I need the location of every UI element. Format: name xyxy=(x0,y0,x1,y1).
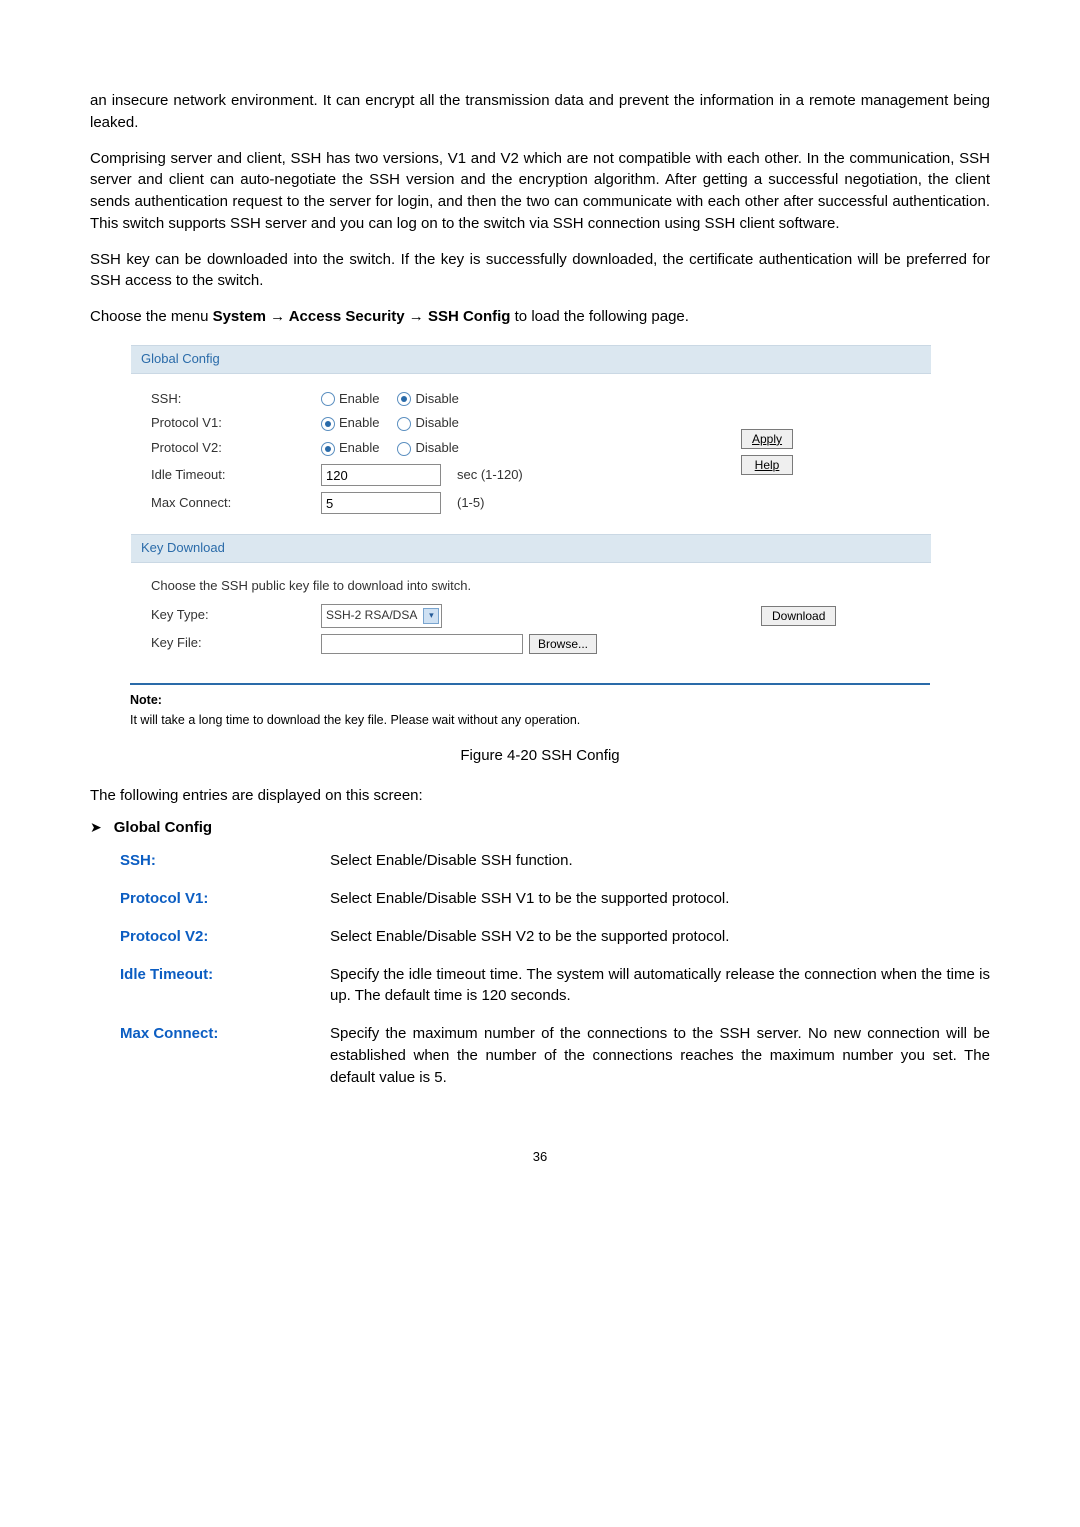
bullet-heading: ➤ Global Config xyxy=(90,817,990,839)
key-download-panel: Key Download Choose the SSH public key f… xyxy=(130,533,932,673)
label-max: Max Connect: xyxy=(151,494,321,513)
menu-path-line: Choose the menu System → Access Security… xyxy=(90,306,990,328)
note-text: It will take a long time to download the… xyxy=(130,711,930,729)
radio-label: Enable xyxy=(339,439,379,458)
global-config-panel: Global Config SSH: Enable Disable xyxy=(130,344,932,533)
row-key-file: Key File: Browse... xyxy=(151,634,911,654)
row-max-connect: Max Connect: (1-5) xyxy=(151,492,701,514)
radio-icon xyxy=(321,417,335,431)
radio-v2-enable[interactable]: Enable xyxy=(321,439,379,458)
radio-icon xyxy=(321,392,335,406)
radio-v1-enable[interactable]: Enable xyxy=(321,414,379,433)
definition-row: SSH: Select Enable/Disable SSH function. xyxy=(90,850,990,872)
figure-caption: Figure 4-20 SSH Config xyxy=(90,745,990,767)
row-protocol-v1: Protocol V1: Enable Disable xyxy=(151,414,701,433)
row-key-type: Key Type: SSH-2 RSA/DSA ▾ Download xyxy=(151,604,911,628)
entries-intro: The following entries are displayed on t… xyxy=(90,785,990,807)
radio-label: Disable xyxy=(415,390,458,409)
paragraph: an insecure network environment. It can … xyxy=(90,90,990,134)
definition-term: Protocol V2: xyxy=(90,926,330,948)
apply-button[interactable]: Apply xyxy=(741,429,793,449)
panel-title-keydownload: Key Download xyxy=(131,534,931,563)
radio-label: Disable xyxy=(415,439,458,458)
bullet-icon: ➤ xyxy=(90,817,102,837)
definition-desc: Specify the idle timeout time. The syste… xyxy=(330,964,990,1008)
idle-suffix: sec (1-120) xyxy=(457,466,523,485)
paragraph: SSH key can be downloaded into the switc… xyxy=(90,249,990,293)
row-idle-timeout: Idle Timeout: sec (1-120) xyxy=(151,464,701,486)
note-block: Note: It will take a long time to downlo… xyxy=(130,691,930,729)
bullet-heading-text: Global Config xyxy=(114,817,212,839)
keytype-value: SSH-2 RSA/DSA xyxy=(326,607,417,624)
row-ssh: SSH: Enable Disable xyxy=(151,390,701,409)
definition-desc: Select Enable/Disable SSH V1 to be the s… xyxy=(330,888,990,910)
keytype-select[interactable]: SSH-2 RSA/DSA ▾ xyxy=(321,604,442,628)
radio-label: Disable xyxy=(415,414,458,433)
label-v1: Protocol V1: xyxy=(151,414,321,433)
menu-path-text: System → Access Security → SSH Config xyxy=(213,308,511,325)
radio-label: Enable xyxy=(339,414,379,433)
definition-row: Protocol V2: Select Enable/Disable SSH V… xyxy=(90,926,990,948)
note-title: Note: xyxy=(130,691,930,709)
page-number: 36 xyxy=(90,1148,990,1167)
max-connect-input[interactable] xyxy=(321,492,441,514)
definition-row: Idle Timeout: Specify the idle timeout t… xyxy=(90,964,990,1008)
chevron-down-icon: ▾ xyxy=(423,608,439,624)
definition-desc: Select Enable/Disable SSH V2 to be the s… xyxy=(330,926,990,948)
definition-desc: Specify the maximum number of the connec… xyxy=(330,1023,990,1088)
paragraph: Comprising server and client, SSH has tw… xyxy=(90,148,990,235)
definition-term: Protocol V1: xyxy=(90,888,330,910)
idle-timeout-input[interactable] xyxy=(321,464,441,486)
definition-term: Idle Timeout: xyxy=(90,964,330,986)
radio-icon xyxy=(321,442,335,456)
definition-row: Max Connect: Specify the maximum number … xyxy=(90,1023,990,1088)
key-instruction: Choose the SSH public key file to downlo… xyxy=(151,577,911,596)
label-idle: Idle Timeout: xyxy=(151,466,321,485)
download-button[interactable]: Download xyxy=(761,606,836,626)
menu-suffix-text: to load the following page. xyxy=(510,308,688,325)
menu-prefix-text: Choose the menu xyxy=(90,308,213,325)
browse-button[interactable]: Browse... xyxy=(529,634,597,654)
radio-label: Enable xyxy=(339,390,379,409)
separator-line xyxy=(130,683,930,685)
radio-icon xyxy=(397,392,411,406)
panel-title-global: Global Config xyxy=(131,345,931,374)
definition-term: SSH: xyxy=(90,850,330,872)
definition-desc: Select Enable/Disable SSH function. xyxy=(330,850,990,872)
help-button[interactable]: Help xyxy=(741,455,793,475)
radio-icon xyxy=(397,442,411,456)
radio-ssh-enable[interactable]: Enable xyxy=(321,390,379,409)
radio-ssh-disable[interactable]: Disable xyxy=(397,390,458,409)
keyfile-input[interactable] xyxy=(321,634,523,654)
radio-v1-disable[interactable]: Disable xyxy=(397,414,458,433)
label-keytype: Key Type: xyxy=(151,606,321,625)
radio-v2-disable[interactable]: Disable xyxy=(397,439,458,458)
definition-term: Max Connect: xyxy=(90,1023,330,1045)
label-ssh: SSH: xyxy=(151,390,321,409)
max-suffix: (1-5) xyxy=(457,494,484,513)
definition-row: Protocol V1: Select Enable/Disable SSH V… xyxy=(90,888,990,910)
radio-icon xyxy=(397,417,411,431)
label-keyfile: Key File: xyxy=(151,634,321,653)
label-v2: Protocol V2: xyxy=(151,439,321,458)
row-protocol-v2: Protocol V2: Enable Disable xyxy=(151,439,701,458)
